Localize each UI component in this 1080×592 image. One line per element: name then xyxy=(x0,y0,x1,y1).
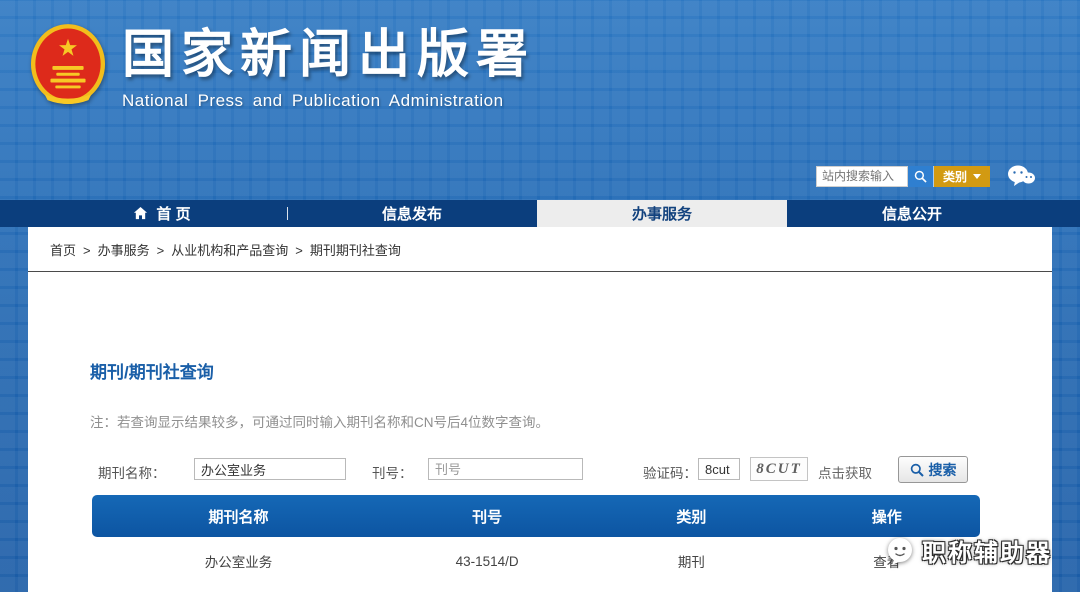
wechat-icon[interactable] xyxy=(1006,163,1036,189)
breadcrumb-separator: > xyxy=(83,243,91,258)
nav-item-services[interactable]: 办事服务 xyxy=(537,200,787,227)
nav-item-home[interactable]: 首 页 xyxy=(37,200,287,227)
column-header-category: 类别 xyxy=(676,508,707,526)
site-search-input[interactable] xyxy=(815,165,908,187)
captcha-input[interactable] xyxy=(698,458,740,480)
search-icon xyxy=(910,463,924,477)
column-header-issn: 刊号 xyxy=(472,508,503,526)
breadcrumb: 首页 > 办事服务 > 从业机构和产品查询 > 期刊期刊社查询 xyxy=(28,227,1052,272)
breadcrumb-separator: > xyxy=(156,243,165,258)
breadcrumb-current: 期刊期刊社查询 xyxy=(309,243,401,258)
search-icon xyxy=(914,170,927,183)
chevron-down-icon xyxy=(973,173,981,179)
column-header-journal-name: 期刊名称 xyxy=(208,508,269,526)
query-search-button-label: 搜索 xyxy=(928,461,957,478)
site-search-bar: 类别 xyxy=(815,163,1036,189)
journal-name-input[interactable] xyxy=(194,458,346,480)
watermark-text: 职称辅助器 xyxy=(922,540,1052,567)
captcha-label: 验证码： xyxy=(643,466,697,481)
journal-name-label: 期刊名称： xyxy=(98,466,166,481)
page: 国家新闻出版署 National Press and Publication A… xyxy=(0,0,1080,592)
captcha-refresh-link[interactable]: 点击获取 xyxy=(818,462,872,482)
results-table: 期刊名称 刊号 类别 操作 办公室业务 43-1514/D 期刊 查看 xyxy=(92,495,980,585)
main-nav: 首 页 信息发布 办事服务 信息公开 xyxy=(0,200,1080,227)
column-header-action: 操作 xyxy=(871,508,902,526)
site-header: 国家新闻出版署 National Press and Publication A… xyxy=(0,0,1080,200)
cell-journal-name: 办公室业务 xyxy=(204,555,273,570)
page-title: 期刊/期刊社查询 xyxy=(90,363,214,382)
issn-label: 刊号： xyxy=(372,466,413,481)
cell-category: 期刊 xyxy=(677,555,705,570)
brand: 国家新闻出版署 National Press and Publication A… xyxy=(30,22,535,111)
search-category-dropdown[interactable]: 类别 xyxy=(933,165,990,187)
nav-item-info-release[interactable]: 信息发布 xyxy=(287,200,537,227)
query-search-button[interactable]: 搜索 xyxy=(898,456,968,483)
breadcrumb-separator: > xyxy=(295,243,303,258)
site-title: 国家新闻出版署 xyxy=(122,26,536,84)
query-form: 期刊名称： 刊号： 验证码： 8CUT 点击获取 搜索 xyxy=(90,456,1012,485)
captcha-image[interactable]: 8CUT xyxy=(750,457,808,481)
watermark: 职称辅助器 xyxy=(884,533,1052,568)
issn-input[interactable] xyxy=(428,458,583,480)
nav-divider xyxy=(287,207,288,220)
home-icon xyxy=(134,206,148,220)
cell-issn: 43-1514/D xyxy=(455,553,519,569)
watermark-chat-icon xyxy=(888,537,912,565)
nav-item-home-label: 首 页 xyxy=(156,206,191,223)
nav-item-info-disclosure[interactable]: 信息公开 xyxy=(787,200,1037,227)
breadcrumb-home[interactable]: 首页 xyxy=(50,243,76,258)
breadcrumb-org-product-query[interactable]: 从业机构和产品查询 xyxy=(171,243,288,258)
national-emblem-logo xyxy=(30,24,106,104)
table-row: 办公室业务 43-1514/D 期刊 查看 xyxy=(92,537,980,585)
table-header: 期刊名称 刊号 类别 操作 xyxy=(92,495,980,537)
breadcrumb-services[interactable]: 办事服务 xyxy=(98,243,150,258)
site-subtitle: National Press and Publication Administr… xyxy=(122,90,504,110)
site-search-button[interactable] xyxy=(907,165,934,187)
search-category-label: 类别 xyxy=(942,169,967,184)
query-note: 注：若查询显示结果较多，可通过同时输入期刊名称和CN号后4位数字查询。 xyxy=(90,415,550,430)
brand-text: 国家新闻出版署 National Press and Publication A… xyxy=(122,22,535,111)
